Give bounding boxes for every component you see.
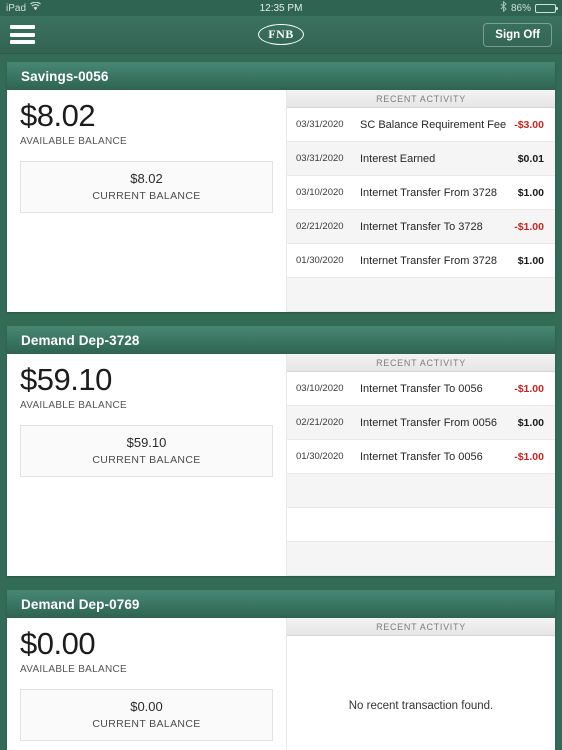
transaction-row-empty xyxy=(287,508,555,542)
transaction-date: 01/30/2020 xyxy=(296,451,344,462)
account-card[interactable]: Savings-0056 $8.02 AVAILABLE BALANCE $8.02 C… xyxy=(7,62,555,312)
transaction-date: 03/10/2020 xyxy=(296,187,344,198)
transaction-date: 02/21/2020 xyxy=(296,417,344,428)
hamburger-line xyxy=(10,40,35,44)
current-balance-box: $59.10 CURRENT BALANCE xyxy=(20,424,273,477)
transaction-row[interactable]: 01/30/2020 Internet Transfer From 3728 $1.… xyxy=(287,244,555,278)
bluetooth-icon xyxy=(500,0,507,15)
transaction-amount: $1.00 xyxy=(517,254,544,267)
transaction-row-empty xyxy=(287,278,555,312)
transaction-description: Internet Transfer From 3728 xyxy=(360,254,497,267)
transaction-row[interactable]: 03/10/2020 Internet Transfer From 3728 $1.… xyxy=(287,176,555,210)
available-balance-amount: $59.10 xyxy=(20,362,112,397)
available-balance-label: AVAILABLE BALANCE xyxy=(20,135,127,147)
status-bar: iPad 12:35 PM 86% xyxy=(0,0,562,16)
hamburger-line xyxy=(10,25,35,29)
transaction-description: Internet Transfer To 3728 xyxy=(360,220,483,233)
account-card[interactable]: Demand Dep-3728 $59.10 AVAILABLE BALANCE $5… xyxy=(7,326,555,576)
account-card-body: $0.00 AVAILABLE BALANCE $0.00 CURRENT BALAN… xyxy=(7,618,555,750)
transaction-amount: -$1.00 xyxy=(514,382,544,395)
hamburger-line xyxy=(10,32,35,37)
transaction-amount: $1.00 xyxy=(517,416,544,429)
battery-icon xyxy=(535,3,558,13)
account-card[interactable]: Demand Dep-0769 $0.00 AVAILABLE BALANCE $0.… xyxy=(7,590,555,750)
current-balance-label: CURRENT BALANCE xyxy=(92,453,201,466)
transaction-amount: -$1.00 xyxy=(514,220,544,233)
transaction-description: Internet Transfer From 3728 xyxy=(360,186,497,199)
device-name-label: iPad xyxy=(6,2,27,14)
current-balance-box: $8.02 CURRENT BALANCE xyxy=(20,160,273,213)
current-balance-amount: $0.00 xyxy=(130,698,163,714)
sign-off-button[interactable]: Sign Off xyxy=(483,22,552,47)
transaction-row[interactable]: 01/30/2020 Internet Transfer To 0056 -$1.0… xyxy=(287,440,555,474)
transaction-description: Internet Transfer To 0056 xyxy=(360,382,483,395)
balance-pane: $0.00 AVAILABLE BALANCE $0.00 CURRENT BALAN… xyxy=(7,618,287,750)
transaction-description: Interest Earned xyxy=(360,152,436,165)
account-card-title: Demand Dep-0769 xyxy=(7,590,555,618)
status-bar-right: 86% xyxy=(500,0,558,15)
wifi-icon xyxy=(30,1,41,14)
transaction-date: 02/21/2020 xyxy=(296,221,344,232)
transaction-date: 03/10/2020 xyxy=(296,383,344,394)
transaction-description: Internet Transfer To 0056 xyxy=(360,450,483,463)
transaction-row[interactable]: 02/21/2020 Internet Transfer From 0056 $1.… xyxy=(287,406,555,440)
transaction-row-empty xyxy=(287,474,555,508)
fnb-logo: FNB xyxy=(258,24,304,45)
recent-activity-header: RECENT ACTIVITY xyxy=(287,618,555,636)
accounts-scroll-container[interactable]: Savings-0056 $8.02 AVAILABLE BALANCE $8.02 C… xyxy=(0,54,562,750)
balance-pane: $59.10 AVAILABLE BALANCE $59.10 CURRENT BAL… xyxy=(7,354,287,576)
transaction-amount: $0.01 xyxy=(517,152,544,165)
account-card-title: Savings-0056 xyxy=(7,62,555,90)
recent-activity-header: RECENT ACTIVITY xyxy=(287,90,555,108)
transaction-row[interactable]: 03/10/2020 Internet Transfer To 0056 -$1.0… xyxy=(287,372,555,406)
recent-activity-pane: RECENT ACTIVITY No recent transaction fou… xyxy=(287,618,555,750)
available-balance-amount: $8.02 xyxy=(20,98,96,133)
account-card-title: Demand Dep-3728 xyxy=(7,326,555,354)
available-balance-label: AVAILABLE BALANCE xyxy=(20,663,127,675)
transaction-date: 03/31/2020 xyxy=(296,153,344,164)
transaction-row[interactable]: 03/31/2020 SC Balance Requirement Fee -$3.… xyxy=(287,108,555,142)
transaction-amount: -$3.00 xyxy=(514,118,544,131)
transaction-description: SC Balance Requirement Fee xyxy=(360,118,507,131)
recent-activity-header: RECENT ACTIVITY xyxy=(287,354,555,372)
transaction-amount: -$1.00 xyxy=(514,450,544,463)
transaction-row[interactable]: 03/31/2020 Interest Earned $0.01 xyxy=(287,142,555,176)
recent-activity-pane: RECENT ACTIVITY 03/10/2020 Internet Transf… xyxy=(287,354,555,576)
transaction-description: Internet Transfer From 0056 xyxy=(360,416,497,429)
hamburger-menu-icon[interactable] xyxy=(10,25,35,44)
current-balance-amount: $8.02 xyxy=(130,170,163,186)
current-balance-box: $0.00 CURRENT BALANCE xyxy=(20,688,273,741)
status-bar-left: iPad xyxy=(6,1,41,14)
account-card-body: $59.10 AVAILABLE BALANCE $59.10 CURRENT BAL… xyxy=(7,354,555,576)
current-balance-label: CURRENT BALANCE xyxy=(92,189,201,202)
current-balance-amount: $59.10 xyxy=(126,434,167,450)
available-balance-label: AVAILABLE BALANCE xyxy=(20,399,127,411)
current-balance-label: CURRENT BALANCE xyxy=(92,717,201,730)
account-card-body: $8.02 AVAILABLE BALANCE $8.02 CURRENT BALAN… xyxy=(7,90,555,312)
transaction-date: 01/30/2020 xyxy=(296,255,344,266)
recent-activity-pane: RECENT ACTIVITY 03/31/2020 SC Balance Requ… xyxy=(287,90,555,312)
no-transactions-message: No recent transaction found. xyxy=(287,636,555,750)
status-bar-clock: 12:35 PM xyxy=(259,2,303,14)
navigation-bar: FNB Sign Off xyxy=(0,16,562,54)
transaction-amount: $1.00 xyxy=(517,186,544,199)
transaction-row-empty xyxy=(287,542,555,576)
accounts-list: Savings-0056 $8.02 AVAILABLE BALANCE $8.02 C… xyxy=(0,62,562,750)
transaction-date: 03/31/2020 xyxy=(296,119,344,130)
transaction-row[interactable]: 02/21/2020 Internet Transfer To 3728 -$1.0… xyxy=(287,210,555,244)
balance-pane: $8.02 AVAILABLE BALANCE $8.02 CURRENT BALAN… xyxy=(7,90,287,312)
battery-percent-label: 86% xyxy=(510,2,531,14)
available-balance-amount: $0.00 xyxy=(20,626,96,661)
